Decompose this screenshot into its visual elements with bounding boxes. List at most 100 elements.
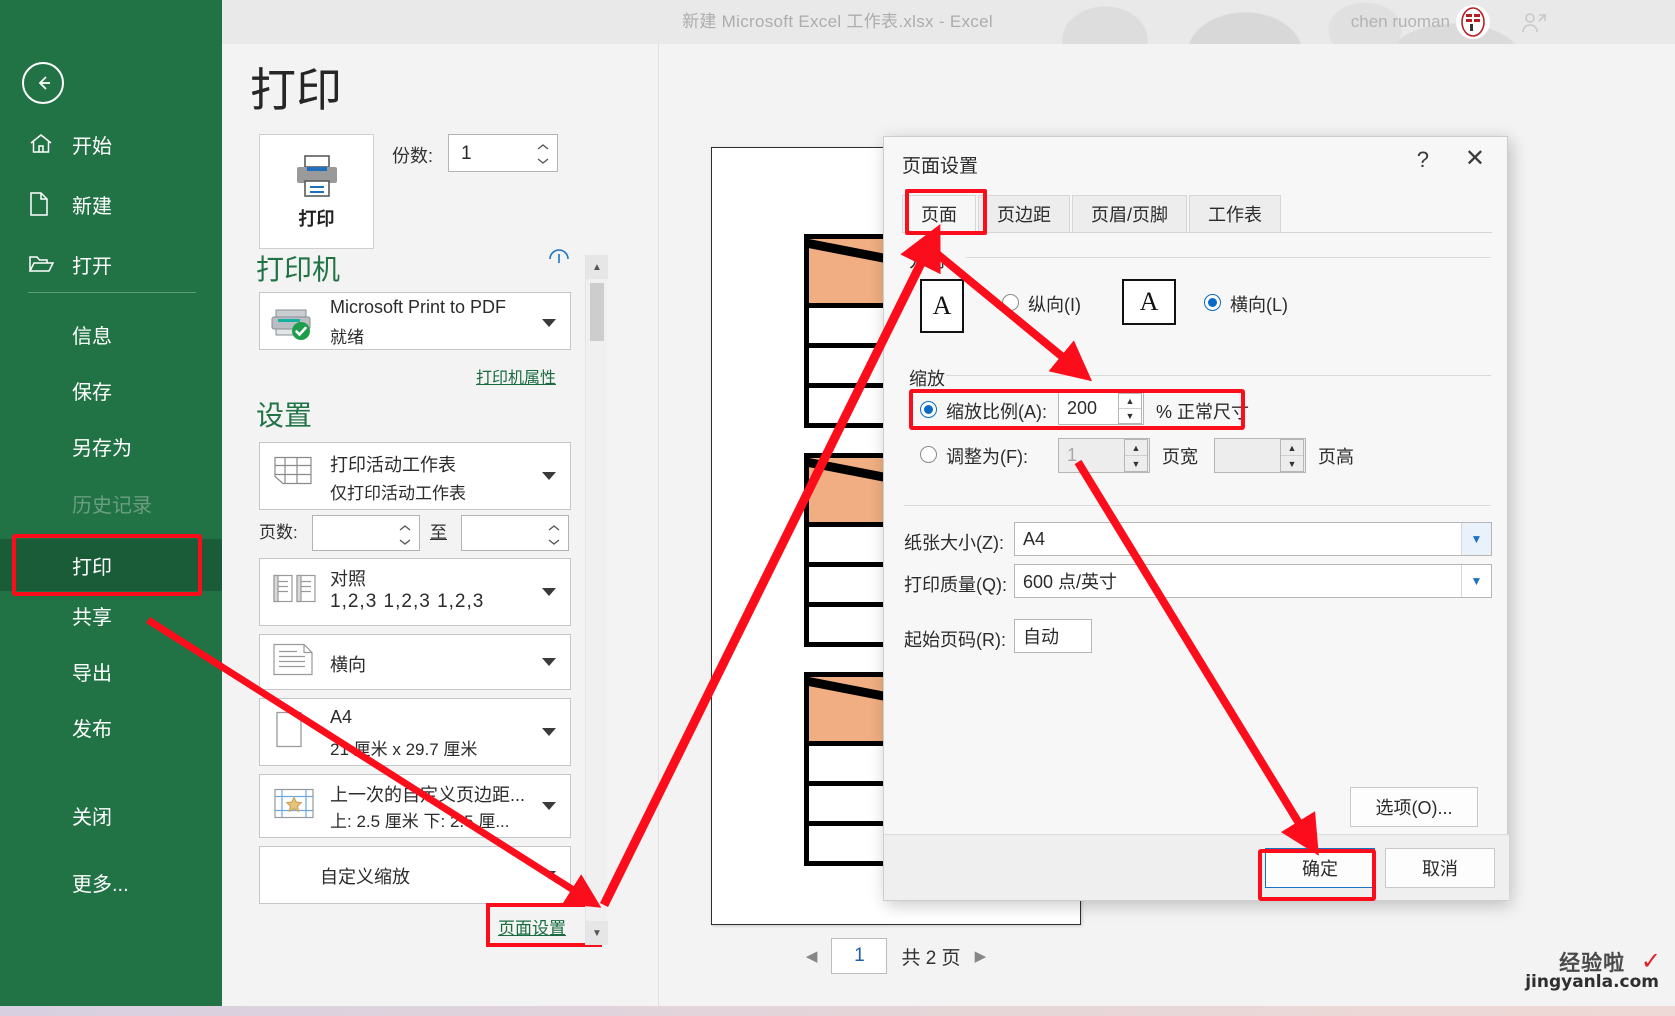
sidebar-item-export[interactable]: 导出 [0, 645, 222, 697]
tab-sheet[interactable]: 工作表 [1189, 195, 1282, 232]
tab-header-footer[interactable]: 页眉/页脚 [1072, 195, 1188, 232]
print-quality-value: 600 点/英寸 [1023, 572, 1118, 592]
group-divider [946, 375, 1491, 376]
collate-line1: 对照 [330, 569, 366, 589]
margins-icon [272, 786, 316, 827]
paper-size-label: 纸张大小(Z): [904, 533, 1004, 553]
stepper-down[interactable]: ▼ [1281, 455, 1303, 471]
fit-to-width-suffix: 页宽 [1162, 447, 1198, 467]
sidebar-item-open[interactable]: 打开 [0, 238, 222, 290]
scaling-select[interactable]: 自定义缩放 [259, 846, 571, 904]
pages-between-label: 至 [430, 523, 447, 542]
chevron-down-icon[interactable]: ▼ [1461, 565, 1491, 597]
sidebar-item-more[interactable]: 更多... [0, 856, 222, 908]
close-icon[interactable]: ✕ [1465, 147, 1485, 171]
scrollbar-thumb[interactable] [590, 283, 604, 341]
sidebar-item-label: 保存 [72, 381, 112, 404]
print-button[interactable]: 打印 [259, 134, 374, 249]
paper-size-dropdown[interactable]: A4 ▼ [1014, 522, 1492, 556]
portrait-radio[interactable] [1002, 294, 1019, 311]
annotation-highlight-page-tab [905, 189, 987, 235]
avatar[interactable] [1456, 5, 1490, 39]
seal-icon [1461, 7, 1485, 37]
copies-input[interactable]: 1 [448, 134, 558, 172]
printer-select[interactable]: Microsoft Print to PDF 就绪 [259, 292, 571, 350]
worksheet-icon [272, 455, 314, 498]
fit-to-height-suffix: 页高 [1318, 447, 1354, 467]
fit-to-label: 调整为(F): [946, 447, 1028, 467]
chevron-down-icon [542, 802, 556, 810]
paper-size-line1: A4 [330, 707, 353, 727]
page-number-input[interactable]: 1 [831, 938, 888, 974]
stepper-up[interactable]: ▲ [1281, 440, 1303, 455]
collate-select[interactable]: 对照 1,2,3 1,2,3 1,2,3 [259, 558, 571, 626]
scroll-up-button[interactable]: ▲ [586, 255, 608, 279]
preview-pager: ◀ 1 共 2 页 ▶ [659, 934, 1133, 978]
account-name[interactable]: chen ruoman [1351, 0, 1450, 44]
cancel-button[interactable]: 取消 [1385, 848, 1495, 888]
info-icon[interactable] [548, 248, 570, 270]
sidebar-item-share[interactable]: 共享 [0, 589, 222, 641]
tab-margins[interactable]: 页边距 [978, 195, 1070, 232]
pages-from-stepper[interactable] [397, 520, 413, 550]
copies-stepper[interactable] [535, 139, 551, 169]
settings-section-title: 设置 [256, 400, 313, 431]
chevron-down-icon [542, 728, 556, 736]
copies-label: 份数: [392, 146, 434, 166]
chevron-up-icon [399, 525, 411, 531]
settings-scrollbar[interactable]: ▲ ▼ [585, 255, 608, 945]
sidebar-item-save-as[interactable]: 另存为 [0, 420, 222, 472]
chevron-up-icon [548, 525, 560, 531]
landscape-icon [272, 642, 316, 683]
next-page-icon[interactable]: ▶ [975, 947, 987, 965]
open-folder-icon [28, 252, 68, 276]
paper-icon [272, 709, 306, 756]
watermark-check-icon: ✓ [1640, 947, 1661, 976]
sidebar-item-label: 发布 [72, 718, 112, 741]
annotation-highlight-scale [909, 389, 1245, 430]
orientation-select[interactable]: 横向 [259, 634, 571, 690]
printer-properties-link[interactable]: 打印机属性 [476, 364, 556, 388]
landscape-radio[interactable] [1204, 294, 1221, 311]
sidebar-item-home[interactable]: 开始 [0, 118, 222, 170]
page-glyph: A [1139, 287, 1159, 316]
new-document-icon [28, 191, 68, 217]
dialog-title: 页面设置 [902, 156, 979, 177]
margins-select[interactable]: 上一次的自定义页边距... 上: 2.5 厘米 下: 2.5 厘... [259, 774, 571, 838]
pages-to-input[interactable] [461, 515, 569, 551]
sidebar-item-label: 导出 [72, 662, 112, 685]
prev-page-icon[interactable]: ◀ [806, 947, 818, 965]
sidebar-item-save[interactable]: 保存 [0, 364, 222, 416]
first-page-input[interactable]: 自动 [1014, 619, 1092, 653]
scroll-down-button[interactable]: ▼ [586, 921, 608, 945]
help-icon[interactable]: ? [1417, 147, 1429, 173]
window-title-bar: 新建 Microsoft Excel 工作表.xlsx - Excel chen… [0, 0, 1675, 44]
fit-to-radio[interactable] [920, 446, 937, 463]
dialog-tabs: 页面 页边距 页眉/页脚 工作表 [902, 195, 1492, 233]
fit-to-height-stepper[interactable]: ▲ ▼ [1280, 439, 1304, 472]
paper-size-value: A4 [1023, 528, 1046, 549]
watermark: 经验啦 jingyanla.com ✓ [1525, 947, 1661, 992]
sidebar-item-label: 历史记录 [72, 494, 152, 517]
pages-label: 页数: [259, 523, 298, 542]
pages-to-stepper[interactable] [546, 520, 562, 550]
print-what-select[interactable]: 打印活动工作表 仅打印活动工作表 [259, 442, 571, 510]
paper-size-select[interactable]: A4 21 厘米 x 29.7 厘米 [259, 698, 571, 766]
chevron-down-icon[interactable]: ▼ [1461, 523, 1491, 555]
options-button[interactable]: 选项(O)... [1350, 787, 1478, 827]
scaling-value: 自定义缩放 [320, 867, 410, 887]
sidebar-item-new[interactable]: 新建 [0, 178, 222, 230]
fit-to-width-stepper[interactable]: ▲ ▼ [1124, 439, 1148, 472]
pages-from-input[interactable] [312, 515, 420, 551]
back-button[interactable] [22, 62, 64, 104]
orientation-group-label: 方向 [904, 247, 950, 273]
sidebar-item-publish[interactable]: 发布 [0, 701, 222, 753]
sidebar-item-info[interactable]: 信息 [0, 308, 222, 360]
stepper-up[interactable]: ▲ [1125, 440, 1147, 455]
sidebar-item-close[interactable]: 关闭 [0, 789, 222, 841]
print-quality-dropdown[interactable]: 600 点/英寸 ▼ [1014, 564, 1492, 598]
share-person-icon[interactable] [1521, 11, 1547, 35]
stepper-down[interactable]: ▼ [1125, 455, 1147, 471]
watermark-line1: 经验啦 [1559, 951, 1626, 976]
sidebar-item-label: 另存为 [72, 437, 132, 460]
